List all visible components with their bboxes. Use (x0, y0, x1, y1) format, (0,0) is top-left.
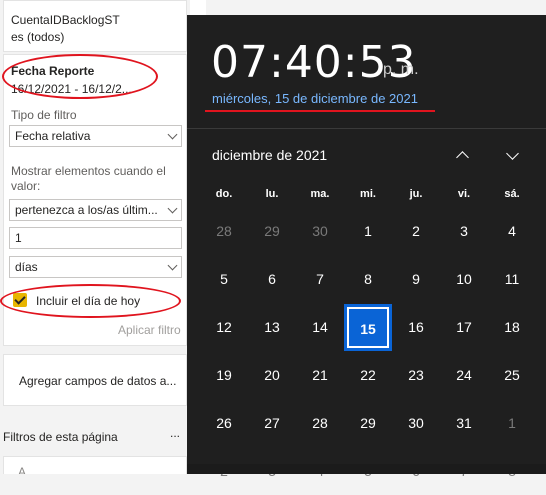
calendar-day[interactable]: 9 (392, 256, 440, 303)
calendar-day[interactable]: 7 (296, 256, 344, 303)
condition-select[interactable]: pertenezca a los/as últim... (9, 199, 182, 221)
chevron-down-icon (167, 260, 178, 271)
weekday-label: do. (215, 188, 233, 200)
field-name: CuentaIDBacklogST (11, 13, 120, 27)
calendar-day[interactable]: 22 (344, 352, 392, 399)
calendar-day[interactable]: 28 (200, 208, 248, 255)
unit-value: días (15, 260, 38, 274)
calendar-day[interactable]: 28 (296, 400, 344, 447)
calendar-day[interactable]: 21 (296, 352, 344, 399)
calendar-day[interactable]: 25 (488, 352, 536, 399)
calendar-day[interactable]: 31 (440, 400, 488, 447)
condition-value: pertenezca a los/as últim... (15, 203, 158, 217)
filter-card-cuenta[interactable]: CuentaIDBacklogST es (todos) (3, 0, 187, 52)
cut-text: A... ... ... ... ... ... ... (18, 465, 117, 474)
calendar-day[interactable]: 14 (296, 304, 344, 351)
calendar-day[interactable]: 4 (488, 208, 536, 255)
calendar-day[interactable]: 1 (488, 400, 536, 447)
calendar-day[interactable]: 19 (200, 352, 248, 399)
weekday-label: ju. (409, 188, 423, 200)
calendar-day[interactable]: 23 (392, 352, 440, 399)
chevron-up-icon[interactable] (455, 149, 471, 163)
calendar-day[interactable]: 29 (248, 208, 296, 255)
calendar-day[interactable]: 27 (248, 400, 296, 447)
calendar-day[interactable]: 2 (392, 208, 440, 255)
calendar-day[interactable]: 3 (440, 208, 488, 255)
show-items-label-2: valor: (11, 179, 41, 193)
divider (187, 128, 546, 129)
date-link[interactable]: miércoles, 15 de diciembre de 2021 (212, 91, 418, 106)
weekday-label: vi. (457, 188, 471, 200)
calendar-day[interactable]: 30 (296, 208, 344, 255)
weekday-label: lu. (265, 188, 279, 200)
calendar-day[interactable]: 20 (248, 352, 296, 399)
number-value: 1 (15, 231, 22, 245)
filter-type-label: Tipo de filtro (11, 108, 77, 122)
clock-ampm: p. m. (383, 61, 419, 78)
annotation-underline (205, 110, 435, 112)
calendar-day[interactable]: 5 (200, 256, 248, 303)
filter-pane: CuentaIDBacklogST es (todos) Fecha Repor… (0, 0, 190, 474)
chevron-down-icon (167, 129, 178, 140)
chevron-down-icon[interactable] (505, 149, 521, 163)
calendar-day[interactable]: 29 (344, 400, 392, 447)
calendar-day[interactable]: 26 (200, 400, 248, 447)
weekday-label: sá. (504, 188, 520, 200)
add-fields-card[interactable]: Agregar campos de datos a... (3, 354, 187, 406)
weekday-label: mi. (360, 188, 376, 200)
chevron-down-icon (167, 203, 178, 214)
calendar-day[interactable]: 13 (248, 304, 296, 351)
add-fields-label: Agregar campos de datos a... (19, 374, 177, 388)
annotation-ellipse-today (0, 284, 181, 318)
calendar-day[interactable]: 16 (392, 304, 440, 351)
month-title[interactable]: diciembre de 2021 (212, 147, 327, 163)
calendar-day[interactable]: 18 (488, 304, 536, 351)
calendar-day[interactable]: 24 (440, 352, 488, 399)
calendar-day[interactable]: 30 (392, 400, 440, 447)
calendar-day[interactable]: 10 (440, 256, 488, 303)
calendar-day[interactable]: 8 (344, 256, 392, 303)
calendar-day[interactable]: 17 (440, 304, 488, 351)
show-items-label-1: Mostrar elementos cuando el (11, 164, 166, 178)
calendar-day-today[interactable]: 15 (344, 304, 392, 351)
filter-type-value: Fecha relativa (15, 129, 91, 143)
page-filter-card[interactable]: A... ... ... ... ... ... ... (3, 456, 187, 474)
unit-select[interactable]: días (9, 256, 182, 278)
more-options-icon[interactable]: ... (170, 426, 180, 440)
apply-filter-button[interactable]: Aplicar filtro (118, 323, 181, 337)
field-value: es (todos) (11, 30, 65, 44)
annotation-ellipse-fecha (2, 54, 158, 99)
flyout-bottom (187, 464, 546, 474)
calendar-day[interactable]: 6 (248, 256, 296, 303)
page-filters-label: Filtros de esta página (3, 430, 118, 444)
weekday-label: ma. (310, 188, 330, 200)
calendar-day[interactable]: 11 (488, 256, 536, 303)
calendar-day[interactable]: 12 (200, 304, 248, 351)
clock-flyout: 07:40:53 p. m. miércoles, 15 de diciembr… (187, 15, 546, 479)
filter-type-select[interactable]: Fecha relativa (9, 125, 182, 147)
calendar-day[interactable]: 1 (344, 208, 392, 255)
number-input[interactable]: 1 (9, 227, 182, 249)
